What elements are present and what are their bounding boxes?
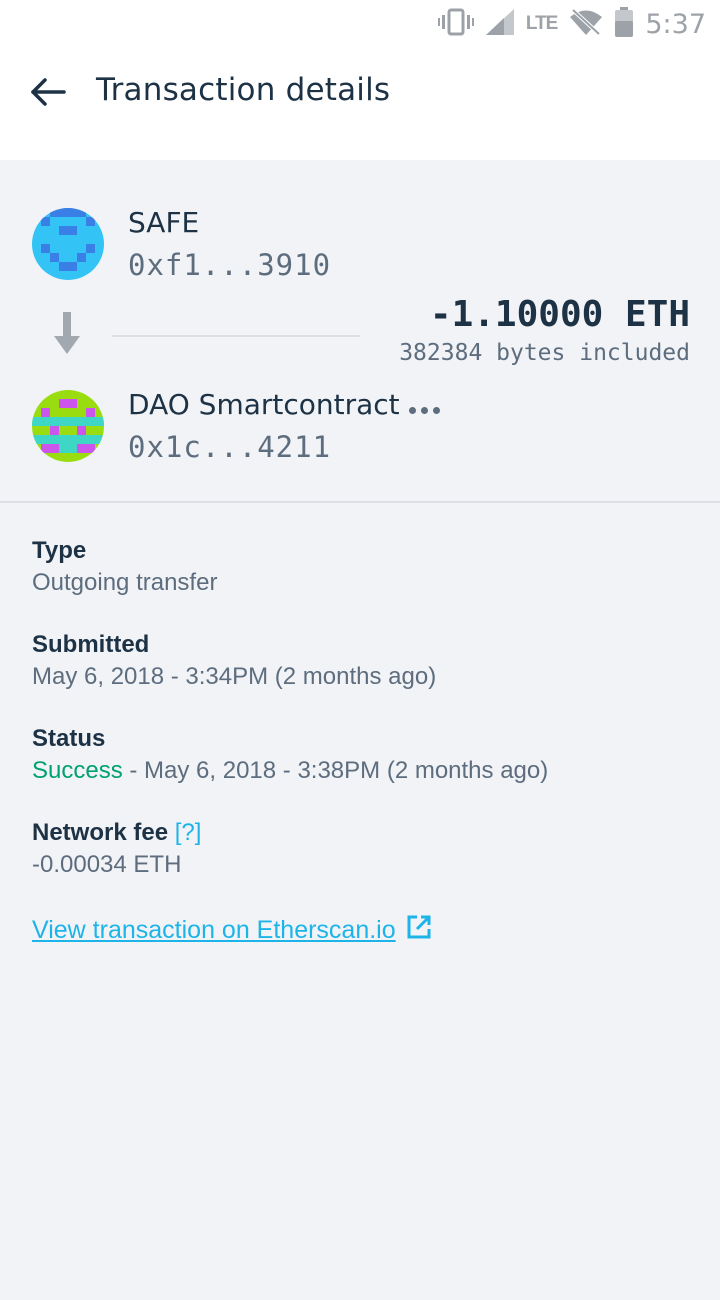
sender-avatar (32, 208, 104, 280)
signal-icon (485, 8, 514, 40)
recipient-avatar (32, 390, 104, 462)
status-value: Success - May 6, 2018 - 3:38PM (2 months… (32, 755, 692, 787)
more-dots-icon (408, 406, 416, 414)
status-badge: Success (32, 757, 123, 784)
recipient-name: DAO Smartcontract (128, 388, 400, 421)
arrow-left-icon (30, 77, 66, 112)
network-fee-help-link[interactable]: [?] (175, 819, 202, 846)
arrow-down-icon (52, 312, 82, 356)
external-link-icon (406, 914, 432, 947)
detail-submitted: Submitted May 6, 2018 - 3:34PM (2 months… (32, 629, 692, 693)
data-size: 382384 bytes included (399, 340, 690, 366)
type-value: Outgoing transfer (32, 569, 218, 596)
sender-name: SAFE (128, 206, 200, 239)
more-options-button[interactable] (404, 398, 444, 422)
status-time: - May 6, 2018 - 3:38PM (2 months ago) (122, 757, 549, 784)
wifi-off-icon (569, 8, 603, 41)
back-button[interactable] (22, 72, 74, 116)
detail-type: Type Outgoing transfer (32, 535, 692, 599)
status-icons: LTE 5:37 (437, 6, 706, 42)
recipient-address: 0x1c...4211 (128, 430, 332, 464)
submitted-label: Submitted (32, 631, 150, 658)
flow-divider (112, 335, 360, 337)
status-time: 5:37 (645, 8, 706, 40)
battery-icon (615, 6, 634, 42)
sender-address: 0xf1...3910 (128, 248, 332, 282)
etherscan-link-label: View transaction on Etherscan.io (32, 916, 396, 944)
network-fee-label-row: Network fee [?] (32, 817, 692, 849)
app-bar: Transaction details (0, 50, 720, 160)
network-type: LTE (525, 13, 559, 34)
type-label: Type (32, 537, 87, 564)
network-fee-label: Network fee (32, 819, 169, 846)
transaction-details: Type Outgoing transfer Submitted May 6, … (32, 535, 692, 911)
detail-network-fee: Network fee [?] -0.00034 ETH (32, 817, 692, 881)
submitted-value: May 6, 2018 - 3:34PM (2 months ago) (32, 663, 437, 690)
detail-status: Status Success - May 6, 2018 - 3:38PM (2… (32, 723, 692, 787)
transaction-amount: -1.10000 ETH (429, 294, 690, 335)
vibrate-icon (437, 8, 474, 41)
etherscan-link[interactable]: View transaction on Etherscan.io (32, 914, 432, 947)
page-title: Transaction details (96, 72, 391, 108)
status-label: Status (32, 725, 106, 752)
network-fee-value: -0.00034 ETH (32, 851, 182, 878)
status-bar: LTE 5:37 (0, 0, 720, 50)
transaction-summary: SAFE 0xf1...3910 -1.10000 ETH 382384 byt… (0, 160, 720, 503)
